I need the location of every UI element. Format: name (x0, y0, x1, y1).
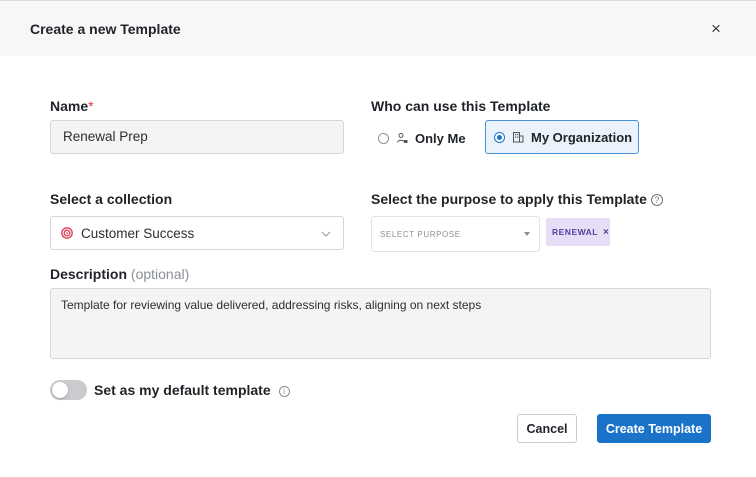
info-icon[interactable]: i (278, 386, 290, 397)
building-icon (513, 132, 524, 143)
purpose-label: Select the purpose to apply this Templat… (371, 191, 663, 207)
default-template-label: Set as my default template i (94, 382, 290, 398)
required-marker: * (88, 98, 94, 114)
radio-label-only-me: Only Me (415, 130, 466, 146)
close-icon[interactable]: × (705, 19, 727, 41)
dialog-title: Create a new Template (30, 21, 181, 37)
collection-select[interactable]: Customer Success (50, 216, 344, 250)
tag-label: RENEWAL (552, 227, 598, 237)
purpose-placeholder: SELECT PURPOSE (380, 229, 461, 239)
access-label: Who can use this Template (371, 98, 551, 114)
create-template-button[interactable]: Create Template (597, 414, 711, 443)
caret-down-icon (524, 232, 530, 236)
chevron-down-icon (321, 231, 331, 237)
name-label: Name* (50, 98, 94, 114)
purpose-select[interactable]: SELECT PURPOSE (371, 216, 540, 252)
description-textarea[interactable]: Template for reviewing value delivered, … (50, 288, 711, 359)
purpose-tag: RENEWAL × (546, 218, 610, 246)
radio-circle[interactable] (378, 132, 389, 144)
dialog-header: Create a new Template × (0, 0, 756, 56)
cancel-button[interactable]: Cancel (517, 414, 577, 443)
create-template-dialog: Create a new Template × Name* Renewal Pr… (0, 0, 756, 477)
target-icon (61, 227, 73, 239)
collection-label: Select a collection (50, 191, 173, 207)
person-lock-icon (397, 133, 408, 143)
collection-value: Customer Success (81, 225, 195, 241)
radio-label-my-organization: My Organization (531, 129, 633, 145)
radio-circle-selected[interactable] (494, 131, 505, 143)
tag-remove-icon[interactable]: × (603, 227, 609, 238)
default-template-toggle[interactable] (50, 380, 87, 400)
optional-hint: (optional) (130, 266, 190, 282)
help-icon[interactable]: ? (650, 194, 663, 206)
radio-my-organization[interactable]: My Organization (485, 120, 639, 154)
description-label: Description (optional) (50, 266, 190, 282)
radio-only-me[interactable]: Only Me (378, 121, 478, 155)
name-input[interactable]: Renewal Prep (50, 120, 344, 154)
